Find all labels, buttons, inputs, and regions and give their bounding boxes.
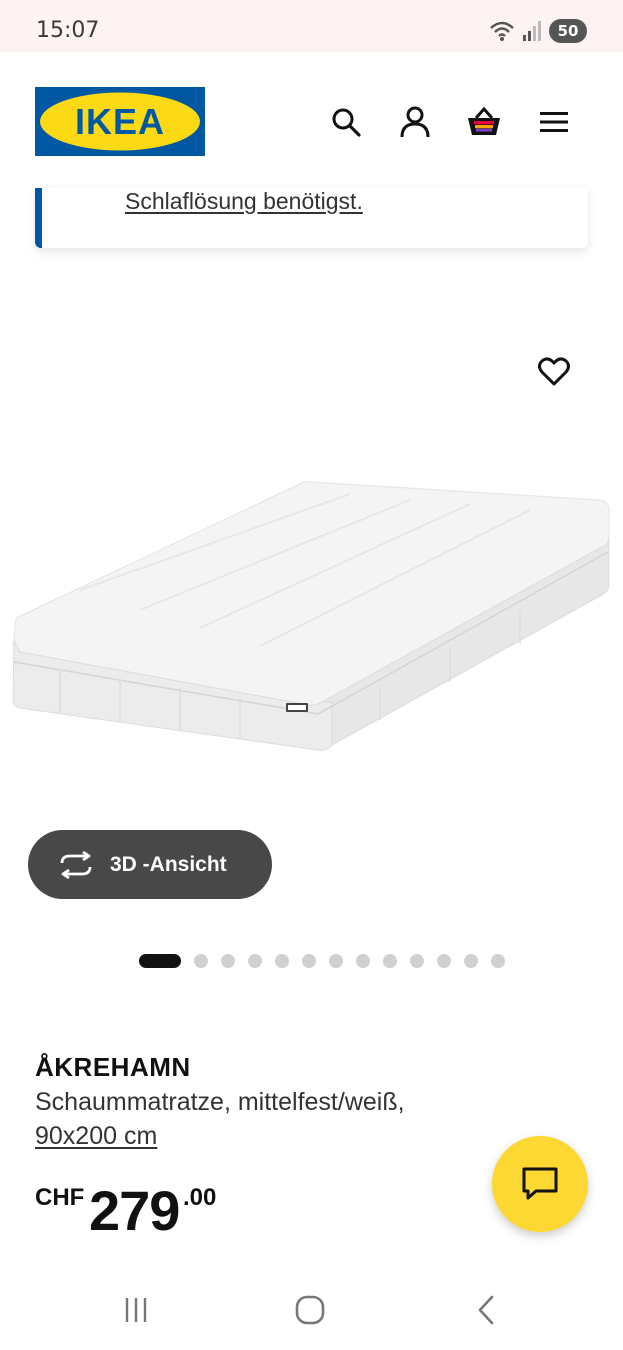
- view-3d-label: 3D -Ansicht: [110, 852, 227, 876]
- signal-icon: [523, 21, 541, 41]
- carousel-dot[interactable]: [356, 954, 370, 968]
- product-size-link[interactable]: 90x200 cm: [35, 1122, 157, 1151]
- rotate-3d-icon: [60, 850, 92, 879]
- product-image[interactable]: [0, 290, 623, 850]
- carousel-dot[interactable]: [383, 954, 397, 968]
- recent-apps-icon: [125, 1298, 147, 1322]
- chat-icon: [522, 1167, 558, 1200]
- back-button[interactable]: [466, 1292, 506, 1328]
- carousel-dot[interactable]: [410, 954, 424, 968]
- chat-button[interactable]: [492, 1136, 588, 1232]
- search-icon: [332, 108, 361, 137]
- svg-text:IKEA: IKEA: [75, 101, 165, 142]
- cart-button[interactable]: [464, 102, 504, 142]
- carousel-dot[interactable]: [302, 954, 316, 968]
- carousel-dot[interactable]: [464, 954, 478, 968]
- cart-icon: [468, 106, 500, 135]
- wifi-icon: [490, 21, 514, 41]
- battery-icon: 50: [549, 19, 587, 43]
- search-button[interactable]: [326, 102, 366, 142]
- heart-icon: [538, 357, 570, 386]
- price-decimal: .00: [183, 1184, 217, 1211]
- menu-icon: [540, 112, 568, 132]
- carousel-dot[interactable]: [275, 954, 289, 968]
- carousel-dot[interactable]: [491, 954, 505, 968]
- ikea-logo[interactable]: IKEA ®: [35, 87, 205, 156]
- favorite-button[interactable]: [534, 352, 574, 392]
- account-button[interactable]: [395, 102, 435, 142]
- carousel-dot[interactable]: [194, 954, 208, 968]
- price-integer: 279: [89, 1179, 180, 1242]
- account-icon: [400, 106, 430, 138]
- status-bar: 15:07 50: [0, 0, 623, 52]
- product-description: Schaummatratze, mittelfest/weiß,: [35, 1088, 405, 1116]
- carousel-dot[interactable]: [437, 954, 451, 968]
- product-name: ÅKREHAMN: [35, 1052, 191, 1082]
- status-time: 15:07: [36, 18, 100, 43]
- home-icon: [295, 1295, 325, 1325]
- image-carousel-dots: [139, 954, 505, 968]
- back-icon: [478, 1295, 494, 1325]
- view-3d-button[interactable]: 3D -Ansicht: [28, 830, 272, 899]
- carousel-dot[interactable]: [221, 954, 235, 968]
- menu-button[interactable]: [534, 102, 574, 142]
- svg-text:®: ®: [192, 99, 198, 108]
- system-nav-bar: [0, 1270, 623, 1350]
- carousel-dot-active[interactable]: [139, 954, 181, 968]
- carousel-dot[interactable]: [329, 954, 343, 968]
- status-icons: 50: [489, 18, 587, 44]
- sleep-solution-link[interactable]: Schlaflösung benötigst.: [125, 188, 363, 215]
- carousel-dot[interactable]: [248, 954, 262, 968]
- recent-apps-button[interactable]: [116, 1292, 156, 1328]
- sleep-solution-notice: Schlaflösung benötigst.: [35, 188, 588, 248]
- site-header: IKEA ®: [0, 52, 623, 190]
- price-currency: CHF: [35, 1184, 85, 1211]
- home-button[interactable]: [290, 1292, 330, 1328]
